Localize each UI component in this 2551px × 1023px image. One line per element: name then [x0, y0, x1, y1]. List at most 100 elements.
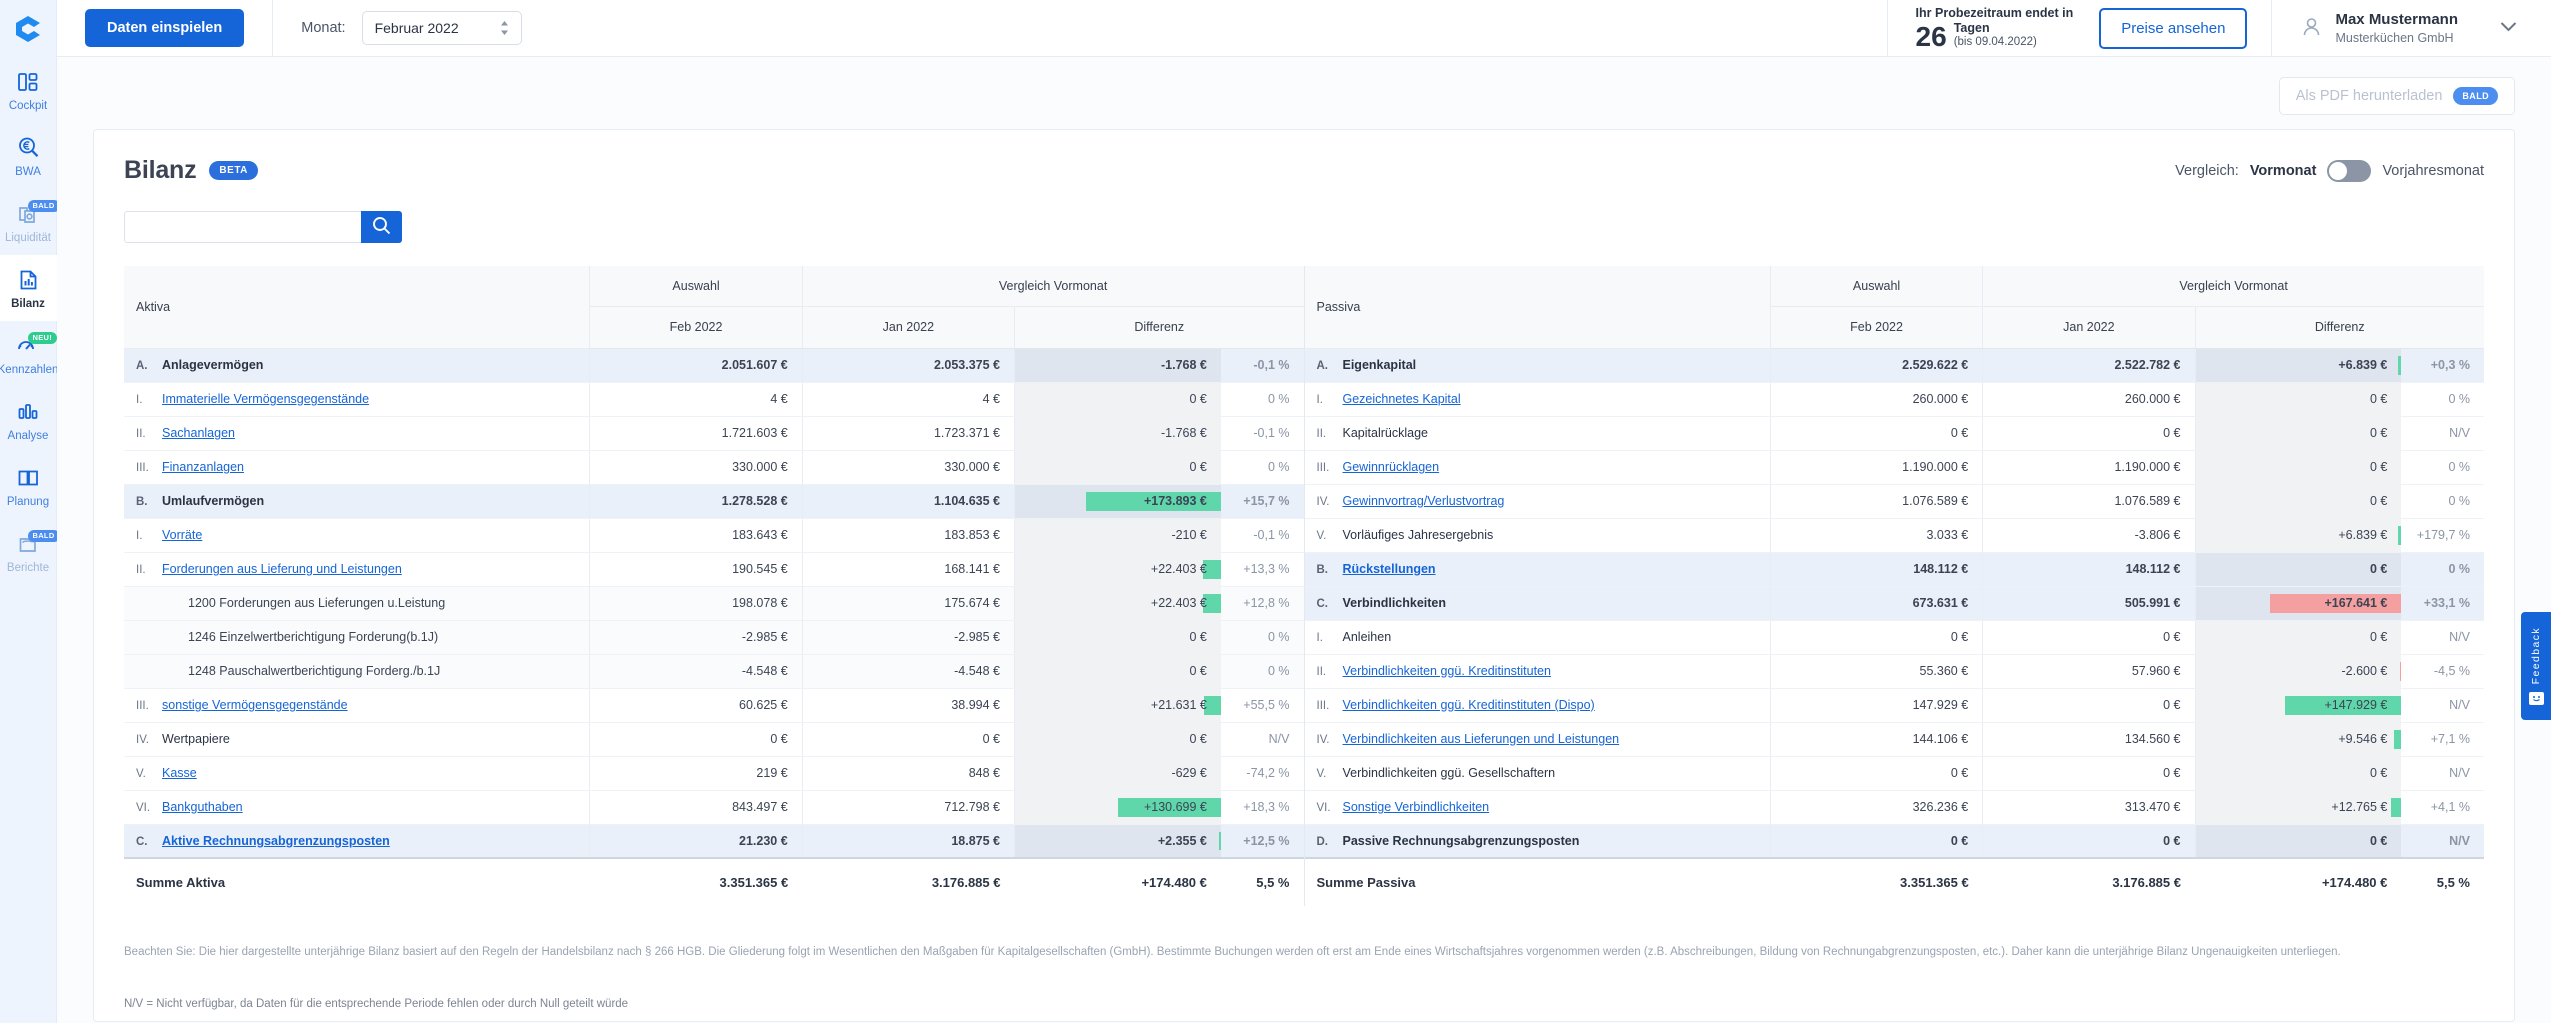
row-label[interactable]: Rückstellungen: [1343, 562, 1436, 576]
difference-bar: [2393, 729, 2402, 749]
user-menu[interactable]: Max Mustermann Musterküchen GmbH: [2300, 10, 2517, 46]
row-label[interactable]: Verbindlichkeiten ggü. Kreditinstituten …: [1343, 698, 1595, 712]
summary-row: Summe Aktiva 3.351.365 €3.176.885 € +174.4…: [124, 857, 1304, 906]
sidebar-item-cockpit[interactable]: Cockpit: [0, 57, 57, 123]
row-number: C.: [136, 835, 148, 848]
row-diff-barcell: [2194, 518, 2249, 553]
row-label: Wertpapiere: [162, 732, 230, 746]
user-avatar-icon: [2300, 15, 2323, 41]
feedback-tab[interactable]: Feedback: [2521, 612, 2551, 720]
row-value-previous: 1.190.000 €: [1982, 450, 2195, 485]
row-value-previous: 313.470 €: [1982, 790, 2195, 825]
sidebar-badge: BALD: [27, 530, 60, 542]
sidebar-label: Berichte: [6, 561, 50, 574]
summary-spacer: [2195, 857, 2249, 906]
row-label[interactable]: Verbindlichkeiten aus Lieferungen und Le…: [1343, 732, 1620, 746]
row-number: B.: [1316, 564, 1329, 576]
row-diff-value: 0 €: [2248, 450, 2402, 485]
row-diff-value: 0 €: [1067, 382, 1221, 417]
footnotes: Beachten Sie: Die hier dargestellte unte…: [124, 942, 2484, 1010]
row-value-previous: 0 €: [1982, 416, 2195, 451]
table-row: II. Sachanlagen 1.721.603 €1.723.371 € -1.7…: [124, 416, 1304, 451]
row-diff-value: -2.600 €: [2248, 654, 2402, 689]
row-label-cell: III. Gewinnrücklagen: [1304, 450, 1771, 485]
comparison-option-vormonat[interactable]: Vormonat: [2250, 163, 2317, 179]
row-label[interactable]: Verbindlichkeiten ggü. Kreditinstituten: [1343, 664, 1551, 678]
comparison-toggle[interactable]: [2327, 159, 2372, 182]
import-data-button[interactable]: Daten einspielen: [85, 9, 245, 47]
row-label-cell: IV. Wertpapiere: [124, 722, 590, 757]
table-row: A. Eigenkapital 2.529.622 €2.522.782 € +6.8…: [1304, 348, 2484, 383]
row-diff-value: +9.546 €: [2248, 722, 2402, 757]
sidebar-item-berichte[interactable]: BALD Berichte: [0, 519, 60, 585]
row-label[interactable]: Gewinnrücklagen: [1343, 460, 1440, 474]
row-label[interactable]: Bankguthaben: [162, 800, 243, 814]
row-label[interactable]: sonstige Vermögensgegenstände: [162, 698, 348, 712]
search-input[interactable]: [124, 211, 361, 243]
row-value-previous: 1.104.635 €: [801, 484, 1015, 519]
row-diff-barcell: [2194, 382, 2249, 417]
table-row: 1200 Forderungen aus Lieferungen u.Leist…: [124, 586, 1304, 621]
group-vergleich: Vergleich Vormonat: [801, 266, 1304, 307]
sidebar-item-liquiditaet[interactable]: BALD Liquidität: [0, 189, 60, 255]
search-button[interactable]: [361, 211, 402, 243]
app-logo[interactable]: [0, 0, 57, 57]
row-label: Anleihen: [1342, 630, 1392, 644]
row-label[interactable]: Vorräte: [162, 528, 202, 542]
row-value-previous: 0 €: [1982, 756, 2195, 791]
row-number: IV.: [1316, 734, 1330, 746]
row-label[interactable]: Gezeichnetes Kapital: [1343, 392, 1461, 406]
comparison-option-vorjahresmonat[interactable]: Vorjahresmonat: [2382, 163, 2484, 179]
summary-label: Summe Aktiva: [124, 857, 590, 906]
table-row: V. Kasse 219 €848 € -629 € -74,2 %: [124, 756, 1304, 791]
chevron-down-icon[interactable]: [2500, 19, 2517, 37]
row-value-current: 183.643 €: [589, 518, 803, 553]
row-diff-barcell: [1013, 348, 1068, 383]
row-label-cell: 1246 Einzelwertberichtigung Forderung(b.…: [124, 620, 590, 655]
row-label[interactable]: Kasse: [162, 766, 197, 780]
row-label-cell: III. sonstige Vermögensgegenstände: [124, 688, 590, 723]
row-label: Anlagevermögen: [162, 358, 264, 372]
balance-card: Bilanz BETA Vergleich: Vormonat Vorjahre…: [93, 129, 2515, 1022]
row-label[interactable]: Sonstige Verbindlichkeiten: [1343, 800, 1490, 814]
trial-prefix: Ihr Probezeitraum endet in: [1915, 5, 2074, 20]
row-label[interactable]: Finanzanlagen: [162, 460, 244, 474]
search-row: [124, 211, 2484, 243]
sidebar-item-planung[interactable]: Planung: [0, 453, 57, 519]
balance-doc-icon: [17, 267, 39, 293]
sidebar-badge: BALD: [27, 200, 60, 212]
footnote-nv: N/V = Nicht verfügbar, da Daten für die …: [124, 997, 629, 1010]
row-label[interactable]: Sachanlagen: [162, 426, 235, 440]
row-diff-barcell: [1013, 654, 1068, 689]
sidebar: Cockpit BWA BALD Liquidität Bilanz NEU! …: [0, 0, 60, 1023]
sidebar-item-kennzahlen[interactable]: NEU! Kennzahlen: [0, 321, 58, 387]
row-number: D.: [1316, 835, 1329, 848]
sidebar-item-bilanz[interactable]: Bilanz: [0, 255, 57, 321]
row-value-current: 0 €: [1769, 620, 1983, 655]
sidebar-badge: NEU!: [27, 332, 58, 344]
month-select[interactable]: Februar 2022: [361, 11, 522, 45]
row-number: I.: [1316, 632, 1323, 644]
row-diff-percent: -0,1 %: [1220, 348, 1304, 383]
row-label[interactable]: Immaterielle Vermögensgegenstände: [162, 392, 369, 406]
difference-bar: [2391, 797, 2402, 817]
row-number: VI.: [1316, 802, 1331, 814]
view-prices-button[interactable]: Preise ansehen: [2099, 7, 2248, 49]
row-value-current: 0 €: [1769, 756, 1983, 791]
aktiva-col-header: Aktiva: [124, 266, 590, 349]
row-number: A.: [1316, 360, 1329, 372]
row-label[interactable]: Gewinnvortrag/Verlustvortrag: [1343, 494, 1505, 508]
table-row: 1248 Pauschalwertberichtigung Forderg./b…: [124, 654, 1304, 689]
row-diff-percent: N/V: [2401, 416, 2484, 451]
sidebar-item-analyse[interactable]: Analyse: [0, 387, 57, 453]
sidebar-item-bwa[interactable]: BWA: [0, 123, 57, 189]
row-value-current: 4 €: [589, 382, 803, 417]
download-pdf-button[interactable]: Als PDF herunterladen BALD: [2278, 77, 2515, 115]
row-label[interactable]: Aktive Rechnungsabgrenzungsposten: [162, 834, 390, 848]
sidebar-label: Planung: [6, 495, 50, 508]
row-label-cell: IV. Gewinnvortrag/Verlustvortrag: [1304, 484, 1771, 519]
row-diff-percent: 0 %: [2401, 484, 2484, 519]
row-label[interactable]: Forderungen aus Lieferung und Leistungen: [162, 562, 402, 576]
row-value-current: 144.106 €: [1769, 722, 1983, 757]
row-label-cell: A. Anlagevermögen: [124, 348, 590, 383]
